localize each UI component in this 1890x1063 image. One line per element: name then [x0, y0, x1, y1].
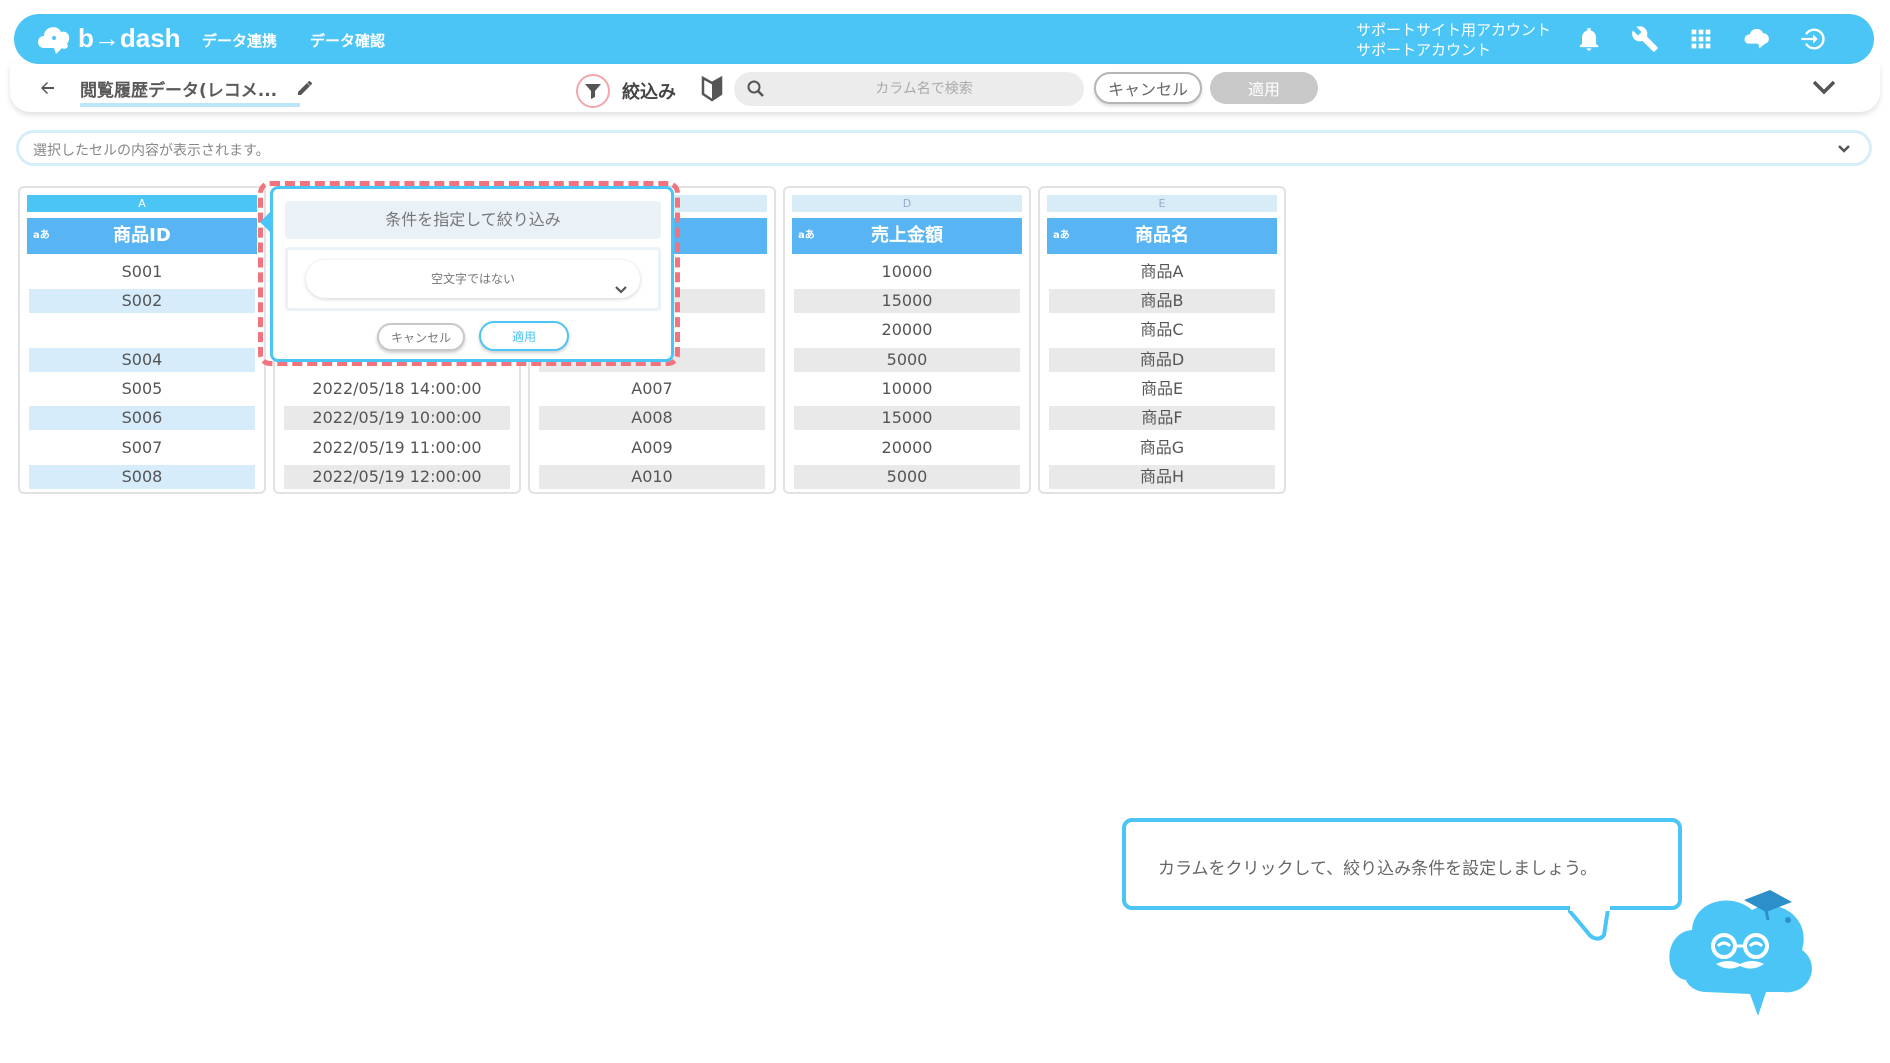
logo[interactable]: b→dash: [34, 20, 181, 56]
toolbar-apply-button[interactable]: 適用: [1210, 72, 1318, 104]
table-cell[interactable]: 商品F: [1049, 406, 1275, 430]
table-cell[interactable]: S005: [29, 377, 255, 401]
column-search-input[interactable]: [774, 72, 1074, 106]
brand-name: b→dash: [78, 22, 181, 53]
table-cell[interactable]: S006: [29, 406, 255, 430]
column-header[interactable]: aあ 商品名: [1047, 218, 1277, 254]
condition-select-value: 空文字ではない: [430, 272, 515, 286]
table-cell[interactable]: 20000: [794, 436, 1020, 460]
chevron-down-icon: [614, 273, 628, 294]
cell-content-placeholder: 選択したセルの内容が表示されます。: [33, 143, 270, 159]
table-cell[interactable]: A010: [539, 465, 765, 489]
tutorial-speech-bubble: カラムをクリックして、絞り込み条件を設定しましょう。: [1122, 818, 1682, 910]
column-a[interactable]: A aあ 商品ID S001 S002 S004 S005 S006 S007 S…: [18, 186, 266, 494]
chevron-down-icon[interactable]: [1835, 141, 1853, 157]
tutorial-message: カラムをクリックして、絞り込み条件を設定しましょう。: [1158, 859, 1598, 879]
popup-body: 空文字ではない: [285, 247, 661, 311]
account-info[interactable]: サポートサイト用アカウント サポートアカウント: [1356, 20, 1551, 60]
text-type-icon: aあ: [798, 230, 815, 241]
bell-icon[interactable]: [1574, 24, 1604, 54]
table-cell[interactable]: S002: [29, 289, 255, 313]
back-arrow-icon[interactable]: [38, 78, 58, 98]
text-type-icon: aあ: [1053, 230, 1070, 241]
table-cell[interactable]: 商品A: [1049, 260, 1275, 284]
table-cell[interactable]: A009: [539, 436, 765, 460]
cell-content-bar[interactable]: 選択したセルの内容が表示されます。: [16, 130, 1872, 166]
speech-tail: [1568, 905, 1611, 941]
table-cell[interactable]: S001: [29, 260, 255, 284]
column-e[interactable]: E aあ 商品名 商品A 商品B 商品C 商品D 商品E 商品F 商品G 商品H: [1038, 186, 1286, 494]
table-cell[interactable]: S004: [29, 348, 255, 372]
chevron-down-icon[interactable]: [1810, 76, 1838, 98]
apps-grid-icon[interactable]: [1686, 24, 1716, 54]
table-cell[interactable]: S008: [29, 465, 255, 489]
column-search: [734, 72, 1084, 106]
table-cell[interactable]: 2022/05/19 11:00:00: [284, 436, 510, 460]
table-cell[interactable]: 商品G: [1049, 436, 1275, 460]
mascot-character-icon: [1669, 890, 1812, 1016]
condition-select[interactable]: 空文字ではない: [306, 260, 640, 298]
funnel-icon: [585, 84, 601, 99]
column-header-label: 売上金額: [871, 225, 943, 246]
top-bar: b→dash データ連携 データ確認 サポートサイト用アカウント サポートアカウ…: [14, 14, 1874, 64]
table-cell[interactable]: 2022/05/19 10:00:00: [284, 406, 510, 430]
table-cell[interactable]: 商品E: [1049, 377, 1275, 401]
popup-title: 条件を指定して絞り込み: [285, 201, 661, 239]
table-cell[interactable]: [29, 318, 255, 342]
pencil-icon[interactable]: [295, 78, 315, 98]
column-header-label: 商品ID: [113, 225, 171, 246]
sheet-toolbar: 閲覧履歴データ(レコメ... 絞込み キャンセル 適用: [10, 64, 1880, 112]
account-line-1: サポートサイト用アカウント: [1356, 21, 1552, 39]
popup-cancel-button[interactable]: キャンセル: [377, 323, 465, 351]
account-line-2: サポートアカウント: [1356, 41, 1492, 59]
table-cell[interactable]: 2022/05/19 12:00:00: [284, 465, 510, 489]
filter-label[interactable]: 絞込み: [622, 78, 676, 104]
table-cell[interactable]: 10000: [794, 377, 1020, 401]
popup-apply-button[interactable]: 適用: [479, 321, 569, 351]
table-cell[interactable]: 5000: [794, 348, 1020, 372]
column-letter: E: [1047, 195, 1277, 212]
wrench-icon[interactable]: [1630, 24, 1660, 54]
table-cell[interactable]: 2022/05/18 14:00:00: [284, 377, 510, 401]
table-cell[interactable]: 10000: [794, 260, 1020, 284]
nav-data-link[interactable]: データ連携: [202, 30, 277, 51]
table-cell[interactable]: 20000: [794, 318, 1020, 342]
table-cell[interactable]: A008: [539, 406, 765, 430]
beginner-mark-icon[interactable]: [700, 75, 724, 102]
cloud-logo-icon: [34, 20, 74, 56]
search-icon: [746, 79, 766, 99]
filter-button[interactable]: [576, 74, 610, 108]
table-cell[interactable]: 商品C: [1049, 318, 1275, 342]
table-cell[interactable]: 15000: [794, 406, 1020, 430]
table-cell[interactable]: 商品D: [1049, 348, 1275, 372]
nav-data-check[interactable]: データ確認: [310, 30, 385, 51]
toolbar-cancel-button[interactable]: キャンセル: [1094, 72, 1202, 104]
logout-icon[interactable]: [1798, 24, 1828, 54]
column-letter: D: [792, 195, 1022, 212]
column-header[interactable]: aあ 売上金額: [792, 218, 1022, 254]
table-cell[interactable]: 商品B: [1049, 289, 1275, 313]
table-cell[interactable]: S007: [29, 436, 255, 460]
text-type-icon: aあ: [33, 230, 50, 241]
support-mascot-icon[interactable]: [1742, 24, 1772, 54]
sheet-name[interactable]: 閲覧履歴データ(レコメ...: [80, 76, 300, 107]
table-cell[interactable]: 5000: [794, 465, 1020, 489]
column-d[interactable]: D aあ 売上金額 10000 15000 20000 5000 10000 15…: [783, 186, 1031, 494]
column-header[interactable]: aあ 商品ID: [27, 218, 257, 254]
filter-condition-popup: 条件を指定して絞り込み 空文字ではない キャンセル 適用: [270, 186, 674, 362]
table-cell[interactable]: A007: [539, 377, 765, 401]
column-letter: A: [27, 195, 257, 212]
table-cell[interactable]: 15000: [794, 289, 1020, 313]
table-cell[interactable]: 商品H: [1049, 465, 1275, 489]
column-header-label: 商品名: [1135, 225, 1189, 246]
